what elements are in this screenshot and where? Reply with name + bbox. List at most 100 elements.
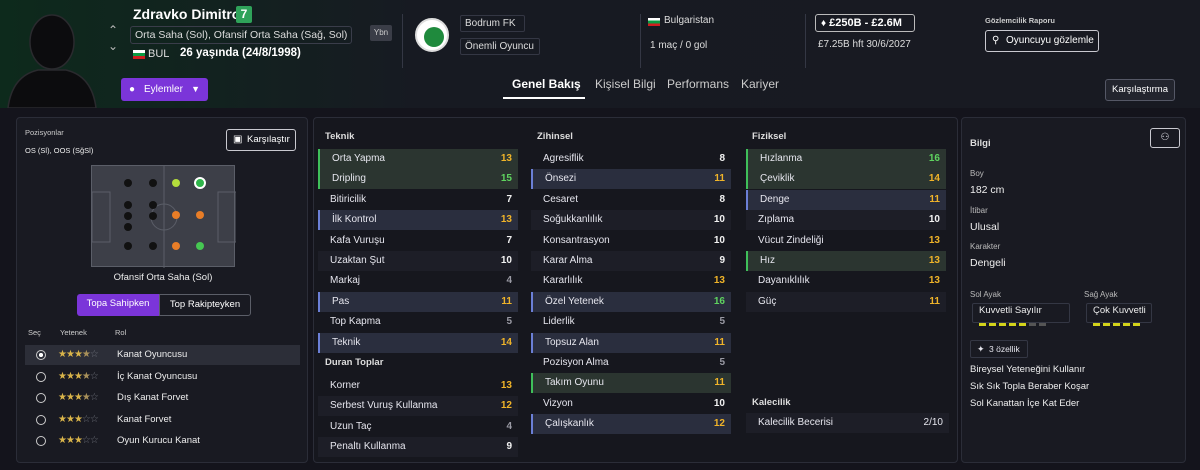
role-row[interactable]: ★★★☆☆ Oyun Kurucu Kanat	[25, 431, 300, 451]
attribute-row[interactable]: Serbest Vuruş Kullanma 12	[318, 396, 518, 417]
attribute-row[interactable]: İlk Kontrol 13	[318, 210, 518, 231]
position-dot[interactable]	[124, 212, 132, 220]
attribute-name: Konsantrasyon	[543, 234, 610, 246]
position-dot[interactable]	[124, 242, 132, 250]
traits-button[interactable]: ✦ 3 özellik	[970, 340, 1028, 358]
role-row[interactable]: ★★★★☆ İç Kanat Oyuncusu	[25, 367, 300, 387]
radio-icon[interactable]	[36, 414, 46, 425]
compare-button[interactable]: Karşılaştırma	[1105, 79, 1175, 101]
position-dot[interactable]	[124, 201, 132, 209]
attribute-row[interactable]: Özel Yetenek 16	[531, 291, 731, 312]
attribute-name: Güç	[758, 295, 777, 307]
attribute-row[interactable]: Soğukkanlılık 10	[531, 210, 731, 231]
radio-icon[interactable]	[36, 393, 46, 403]
position-dot[interactable]	[149, 201, 157, 209]
attribute-name: Uzaktan Şut	[330, 255, 385, 266]
attribute-name: Zıplama	[758, 214, 795, 226]
attribute-row[interactable]: Korner 13	[318, 376, 518, 396]
attribute-row[interactable]: Hızlanma 16	[746, 149, 946, 169]
attribute-row[interactable]: Önsezi 11	[531, 169, 731, 190]
club-logo-icon[interactable]	[415, 18, 449, 52]
attribute-value: 5	[719, 357, 725, 368]
position-dot[interactable]	[172, 211, 180, 219]
attribute-name: Takım Oyunu	[545, 377, 604, 389]
attribute-row[interactable]: Cesaret 8	[531, 190, 731, 210]
attribute-row[interactable]: Agresiflik 8	[531, 149, 731, 169]
attribute-value: 13	[928, 275, 940, 287]
chevron-up-icon[interactable]: ⌃	[108, 22, 118, 38]
attribute-row[interactable]: Pozisyon Alma 5	[531, 353, 731, 373]
position-dot[interactable]	[149, 242, 157, 250]
attribute-name: Bitiricilik	[330, 193, 367, 205]
attribute-row[interactable]: Uzun Taç 4	[318, 417, 518, 437]
technical-title: Teknik	[325, 131, 355, 142]
radio-icon[interactable]	[36, 436, 46, 446]
club-name[interactable]: Bodrum FK	[460, 15, 525, 32]
attribute-row[interactable]: Teknik 14	[318, 332, 518, 353]
role-row[interactable]: ★★★☆☆ Kanat Forvet	[25, 410, 300, 430]
attribute-row[interactable]: Vücut Zindeliği 13	[746, 231, 946, 251]
accessibility-icon[interactable]: ⚇	[1150, 128, 1180, 148]
attribute-name: Kafa Vuruşu	[330, 234, 385, 246]
toggle-out-of-possession[interactable]: Top Rakipteyken	[159, 294, 251, 316]
position-dot[interactable]	[149, 212, 157, 220]
attribute-row[interactable]: Penaltı Kullanma 9	[318, 437, 518, 458]
radio-icon[interactable]	[36, 371, 46, 382]
role-row[interactable]: ★★★★☆ Kanat Oyuncusu	[25, 345, 300, 365]
radio-selected-icon[interactable]	[36, 350, 46, 360]
compare-positions-button[interactable]: ▣ Karşılaştır	[226, 129, 296, 151]
attribute-row[interactable]: Kafa Vuruşu 7	[318, 231, 518, 251]
international-country[interactable]: Bulgaristan	[664, 15, 714, 26]
wage: £7.25B hft	[818, 39, 864, 50]
scout-player-button[interactable]: ⚲ Oyuncuyu gözlemle	[985, 30, 1099, 52]
position-dot[interactable]	[149, 179, 157, 187]
attribute-row[interactable]: Top Kapma 5	[318, 312, 518, 332]
attribute-row[interactable]: Zıplama 10	[746, 210, 946, 231]
attribute-value: 13	[500, 214, 512, 226]
position-dot[interactable]	[124, 179, 132, 187]
attribute-value: 11	[714, 336, 725, 348]
attribute-row[interactable]: Markaj 4	[318, 271, 518, 291]
toggle-in-possession[interactable]: Topa Sahipken	[77, 294, 159, 316]
actions-button[interactable]: ● Eylemler ▼	[121, 78, 208, 101]
position-dot[interactable]	[196, 211, 204, 219]
role-name: Dış Kanat Forvet	[117, 392, 189, 403]
attribute-value: 10	[713, 234, 725, 246]
tab-career[interactable]: Kariyer	[741, 77, 779, 91]
attribute-row[interactable]: Denge 11	[746, 189, 946, 210]
player-age: 26 yaşında (24/8/1998)	[180, 47, 301, 59]
attribute-row[interactable]: Dripling 15	[318, 169, 518, 190]
attribute-row[interactable]: Bitiricilik 7	[318, 190, 518, 210]
tab-performance[interactable]: Performans	[667, 77, 729, 91]
attribute-value: 7	[506, 193, 512, 205]
role-row[interactable]: ★★★★☆ Dış Kanat Forvet	[25, 388, 300, 408]
attribute-row[interactable]: Karar Alma 9	[531, 251, 731, 271]
right-foot-bars	[1093, 318, 1143, 326]
search-icon: ⚲	[992, 35, 1000, 46]
chevron-down-icon[interactable]: ⌄	[108, 38, 118, 54]
position-dot[interactable]	[196, 242, 204, 250]
attribute-row[interactable]: Takım Oyunu 11	[531, 373, 731, 394]
tab-personal-info[interactable]: Kişisel Bilgi	[595, 77, 656, 91]
tab-overview[interactable]: Genel Bakış	[512, 77, 581, 91]
attribute-row[interactable]: Kararlılık 13	[531, 271, 731, 291]
position-dot[interactable]	[172, 179, 180, 187]
position-dot[interactable]	[124, 223, 132, 231]
attribute-row[interactable]: Topsuz Alan 11	[531, 332, 731, 353]
attribute-row[interactable]: Hız 13	[746, 251, 946, 271]
attribute-name: Soğukkanlılık	[543, 214, 603, 226]
attribute-name: Hızlanma	[760, 153, 803, 164]
attribute-row[interactable]: Pas 11	[318, 291, 518, 312]
attribute-row[interactable]: Çeviklik 14	[746, 169, 946, 190]
attribute-row[interactable]: Güç 11	[746, 291, 946, 312]
attribute-row[interactable]: Uzaktan Şut 10	[318, 251, 518, 271]
position-dot[interactable]	[172, 242, 180, 250]
attribute-row[interactable]: Çalışkanlık 12	[531, 414, 731, 435]
position-dot-selected[interactable]	[194, 177, 206, 189]
attribute-row[interactable]: Liderlik 5	[531, 312, 731, 332]
goalkeeping-row[interactable]: Kalecilik Becerisi 2/10	[746, 413, 949, 433]
attribute-row[interactable]: Konsantrasyon 10	[531, 231, 731, 251]
attribute-row[interactable]: Dayanıklılık 13	[746, 271, 946, 291]
attribute-row[interactable]: Vizyon 10	[531, 394, 731, 414]
attribute-row[interactable]: Orta Yapma 13	[318, 149, 518, 169]
